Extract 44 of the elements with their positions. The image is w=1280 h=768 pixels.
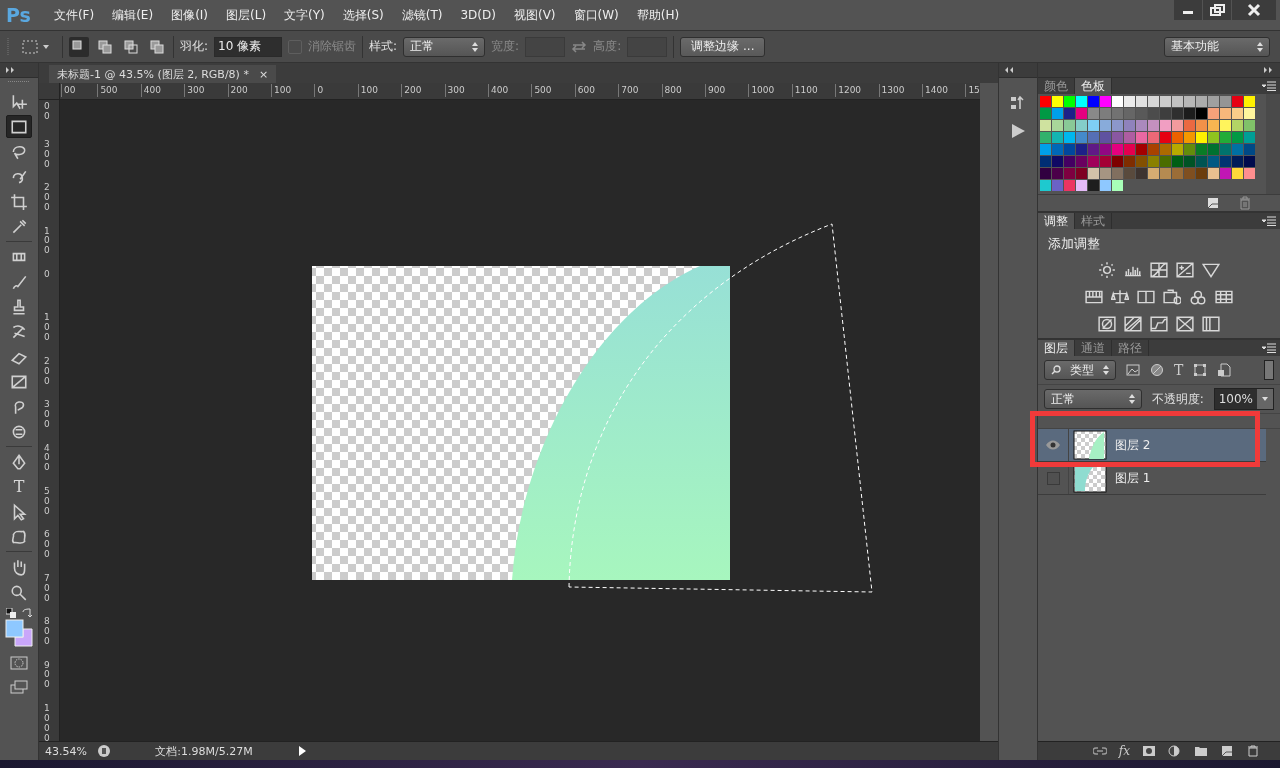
opacity-field[interactable]: 100%: [1213, 388, 1274, 410]
style-label: 样式:: [369, 38, 398, 55]
feather-field[interactable]: 10 像素: [214, 36, 283, 57]
style-dropdown[interactable]: 正常: [403, 36, 486, 57]
menu-item[interactable]: 文件(F): [44, 6, 104, 24]
height-label: 高度:: [593, 38, 622, 55]
layer-name: 图层 1: [1115, 469, 1151, 487]
document-size-info: 文档:1.98M/5.27M: [154, 743, 254, 759]
menu-item[interactable]: 编辑(E): [103, 6, 163, 24]
document-tab[interactable]: 未标题-1 @ 43.5% (图层 2, RGB/8) * ×: [49, 65, 277, 83]
panel-tab[interactable]: 色板: [1075, 78, 1112, 94]
app-logo: Ps: [6, 4, 31, 26]
layer-name: 图层 2: [1115, 436, 1151, 454]
tool-button[interactable]: T: [6, 475, 32, 498]
horizontal-ruler: 00 500 400 300 200 100 0 100 200 300 400 500 600 700 800 900 1000 1100 1200 1300 1400 15: [60, 83, 980, 99]
panel-tab[interactable]: 样式: [1075, 213, 1112, 229]
panel-heading: 添加调整: [1047, 235, 1101, 253]
menu-item[interactable]: 视图(V): [504, 6, 565, 24]
feather-label: 羽化:: [180, 38, 209, 55]
panel-tab[interactable]: 图层: [1038, 340, 1075, 356]
workspace-dropdown[interactable]: 基本功能: [1164, 36, 1270, 57]
zoom-level: 43.54%: [45, 744, 88, 758]
type-filter-button[interactable]: T: [1174, 362, 1184, 378]
panel-tab[interactable]: 通道: [1075, 340, 1112, 356]
vertical-ruler: 00 300 200 100 0 100 200 300 400 500 600 700 800 900 1000: [39, 100, 60, 741]
menu-item[interactable]: 图像(I): [162, 6, 218, 24]
layer-row[interactable]: 图层 1: [1038, 462, 1266, 495]
layer-filter-dropdown[interactable]: 类型: [1044, 360, 1116, 380]
menu-item[interactable]: 窗口(W): [564, 6, 628, 24]
menu-item[interactable]: 3D(D): [451, 8, 505, 22]
width-label: 宽度:: [491, 38, 520, 55]
antialias-label: 消除锯齿: [308, 38, 357, 55]
layer-style-button[interactable]: fx: [1118, 744, 1130, 758]
menu-item[interactable]: 帮助(H): [627, 6, 689, 24]
opacity-label: 不透明度:: [1151, 390, 1204, 408]
menu-item[interactable]: 滤镜(T): [392, 6, 452, 24]
blend-mode-dropdown[interactable]: 正常: [1044, 389, 1142, 409]
panel-tab[interactable]: 路径: [1112, 340, 1149, 356]
menu-item[interactable]: 文字(Y): [275, 6, 334, 24]
refine-edge-button[interactable]: 调整边缘 ...: [680, 36, 766, 57]
menu-item[interactable]: 选择(S): [333, 6, 393, 24]
panel-tab[interactable]: 调整: [1038, 213, 1075, 229]
menu-item[interactable]: 图层(L): [217, 6, 276, 24]
layer-row[interactable]: 图层 2: [1038, 429, 1266, 462]
